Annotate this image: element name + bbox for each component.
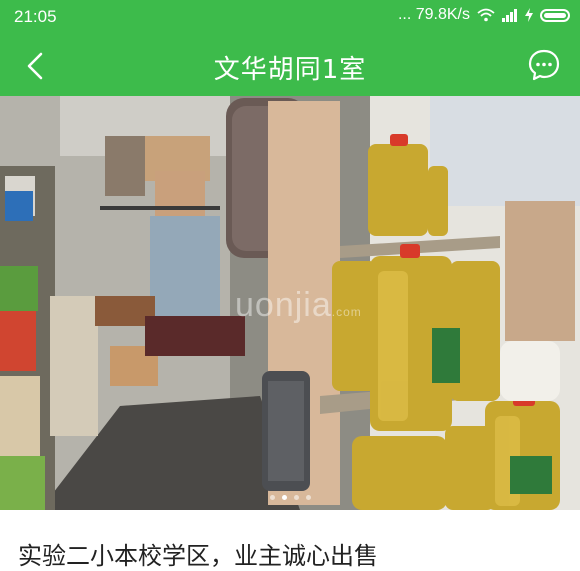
network-speed: ... 79.8K/s bbox=[397, 6, 470, 23]
pagination-dot[interactable] bbox=[293, 495, 299, 500]
watermark-domain: .com bbox=[331, 305, 362, 319]
listing-title: 实验二小本校学区，业主诚心出售 bbox=[18, 542, 378, 570]
listing-photo[interactable]: uonjia.com bbox=[0, 96, 580, 510]
gallery-pagination bbox=[0, 495, 580, 500]
chat-button[interactable] bbox=[526, 47, 562, 83]
status-time: 21:05 bbox=[14, 7, 57, 26]
status-indicators: ... 79.8K/s bbox=[398, 6, 570, 24]
watermark-brand: uonjia bbox=[235, 286, 332, 324]
status-bar: 21:05 ... 79.8K/s bbox=[0, 0, 580, 34]
page-title: 文华胡同1室 bbox=[213, 55, 367, 85]
chat-bubble-icon bbox=[528, 49, 560, 81]
pagination-dot[interactable] bbox=[305, 495, 311, 500]
pagination-dot-active[interactable] bbox=[281, 495, 287, 500]
charging-icon bbox=[525, 8, 533, 22]
battery-icon bbox=[540, 8, 570, 22]
pagination-dot[interactable] bbox=[269, 495, 275, 500]
signal-icon bbox=[502, 8, 517, 22]
wifi-icon bbox=[477, 8, 495, 22]
watermark: uonjia.com bbox=[235, 286, 362, 325]
nav-bar: 文华胡同1室 bbox=[0, 34, 580, 96]
